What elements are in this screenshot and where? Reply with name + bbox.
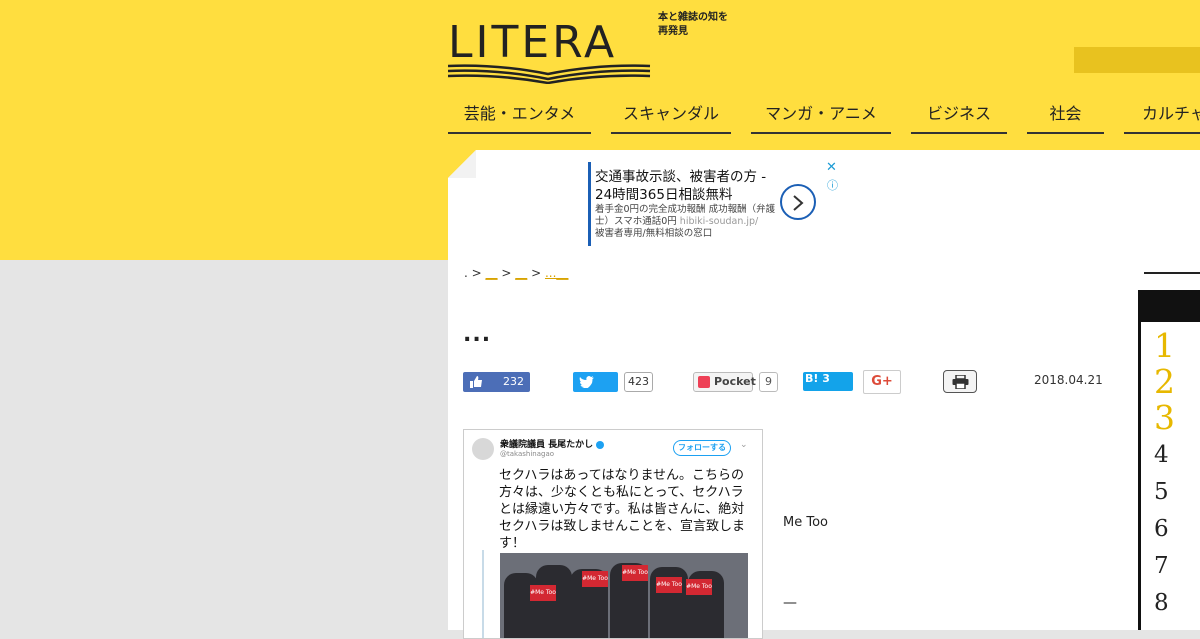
avatar[interactable] [472, 438, 494, 460]
ad-title[interactable]: 交通事故示談、被害者の方 - 24時間365日相談無料 [595, 168, 785, 204]
breadcrumb-home[interactable]: . [464, 266, 468, 280]
embedded-tweet[interactable]: 衆議院議員 長尾たかし @takashinagao フォローする ⌄ セクハラは… [463, 429, 763, 639]
rank-number[interactable]: 6 [1154, 516, 1169, 542]
photo-sign: #Me Too [530, 585, 556, 601]
photo-sign: #Me Too [656, 577, 682, 593]
follow-button[interactable]: フォローする [673, 440, 731, 456]
verified-icon [596, 440, 605, 449]
nav-item-manga-anime[interactable]: マンガ・アニメ [751, 98, 891, 134]
nav-item-scandal[interactable]: スキャンダル [611, 98, 731, 134]
photo-sign: #Me Too [686, 579, 712, 595]
ad-url[interactable]: hibiki-soudan.jp/ [680, 216, 758, 227]
hatena-bookmark-button[interactable]: B! 3 [803, 372, 853, 391]
rank-number[interactable]: 4 [1154, 442, 1169, 468]
tweet-photo[interactable]: #Me Too #Me Too #Me Too #Me Too #Me Too [500, 553, 748, 638]
breadcrumb-sep: > [501, 266, 512, 280]
print-button[interactable] [943, 370, 977, 393]
rank-number[interactable]: 8 [1154, 590, 1169, 616]
rank-number[interactable]: 1 [1154, 326, 1175, 365]
site-logo[interactable]: LITERA 本と雑誌の知を再発見 [448, 12, 728, 88]
pocket-icon [698, 376, 710, 388]
search-bar[interactable] [1074, 47, 1200, 73]
rank-number[interactable]: 7 [1154, 553, 1169, 579]
pocket-label: Pocket [714, 375, 756, 388]
google-plus-button[interactable]: G+ [863, 370, 901, 394]
photo-sign: #Me Too [622, 565, 648, 581]
ad-arrow-button[interactable] [780, 184, 816, 220]
twitter-count: 423 [624, 372, 653, 392]
ad-banner[interactable]: 交通事故示談、被害者の方 - 24時間365日相談無料 着手金0円の完全成功報酬… [588, 160, 848, 248]
pocket-count: 9 [759, 372, 778, 392]
breadcrumb-item-2[interactable]: __ [515, 266, 527, 280]
breadcrumb-item-3[interactable]: ...__ [545, 266, 568, 280]
twitter-share-button[interactable] [573, 372, 618, 392]
breadcrumb: . > __ > __ > ...__ [464, 266, 568, 280]
page-fold-shadow [448, 150, 476, 178]
ad-info-icon[interactable]: ⓘ [827, 177, 838, 193]
breadcrumb-item-1[interactable]: __ [486, 266, 498, 280]
pocket-button[interactable]: Pocket [693, 372, 756, 392]
hatena-label: B! 3 [805, 372, 830, 385]
breadcrumb-sep: > [531, 266, 542, 280]
rank-number[interactable]: 3 [1154, 398, 1175, 437]
ad-desc-2: 被害者専用/無料相談の窓口 [595, 228, 713, 239]
ad-accent-bar [588, 162, 591, 246]
article-body-text: Me Too [783, 515, 828, 530]
site-header: LITERA 本と雑誌の知を再発見 芸能・エンタメ スキャンダル マンガ・アニメ… [448, 0, 1200, 150]
ad-description: 着手金0円の完全成功報酬 成功報酬（弁護士）スマホ通話0円 hibiki-sou… [595, 204, 785, 240]
facebook-count: 232 [503, 375, 524, 388]
breadcrumb-sep: > [471, 266, 482, 280]
nav-item-society[interactable]: 社会 [1027, 98, 1104, 134]
book-icon [448, 64, 651, 84]
nav-item-entertainment[interactable]: 芸能・エンタメ [448, 98, 591, 134]
tweet-handle[interactable]: @takashinagao [500, 450, 554, 458]
thread-line [482, 550, 484, 638]
photo-person [504, 573, 538, 638]
logo-tagline: 本と雑誌の知を再発見 [658, 12, 728, 37]
facebook-like-button[interactable]: 232 [463, 372, 530, 392]
chevron-down-icon[interactable]: ⌄ [740, 440, 748, 450]
printer-icon [952, 375, 969, 389]
ad-close-icon[interactable]: ✕ [826, 160, 837, 175]
photo-person [536, 565, 572, 638]
twitter-bird-icon [579, 376, 594, 388]
rank-number[interactable]: 2 [1154, 362, 1175, 401]
sidebar-divider [1144, 272, 1200, 274]
tweet-text: セクハラはあってはなりません。こちらの方々は、少なくとも私にとって、セクハラとは… [499, 468, 745, 551]
tweet-author-name[interactable]: 衆議院議員 長尾たかし [500, 437, 605, 450]
photo-sign: #Me Too [582, 571, 608, 587]
nav-item-business[interactable]: ビジネス [911, 98, 1007, 134]
ranking-header [1141, 290, 1200, 322]
thumbs-up-icon [470, 376, 482, 388]
chevron-right-icon [793, 195, 804, 211]
tweet-author-text: 衆議院議員 長尾たかし [500, 440, 594, 450]
logo-text: LITERA [448, 17, 618, 68]
nav-item-culture[interactable]: カルチャ [1124, 98, 1200, 134]
rank-number[interactable]: 5 [1154, 479, 1169, 505]
article-title: ... [463, 322, 492, 347]
article-date: 2018.04.21 [1034, 373, 1103, 387]
article-dash: — [783, 595, 797, 611]
article-page: 交通事故示談、被害者の方 - 24時間365日相談無料 着手金0円の完全成功報酬… [448, 150, 1200, 639]
ranking-sidebar: 1 2 3 4 5 6 7 8 [1138, 290, 1200, 630]
